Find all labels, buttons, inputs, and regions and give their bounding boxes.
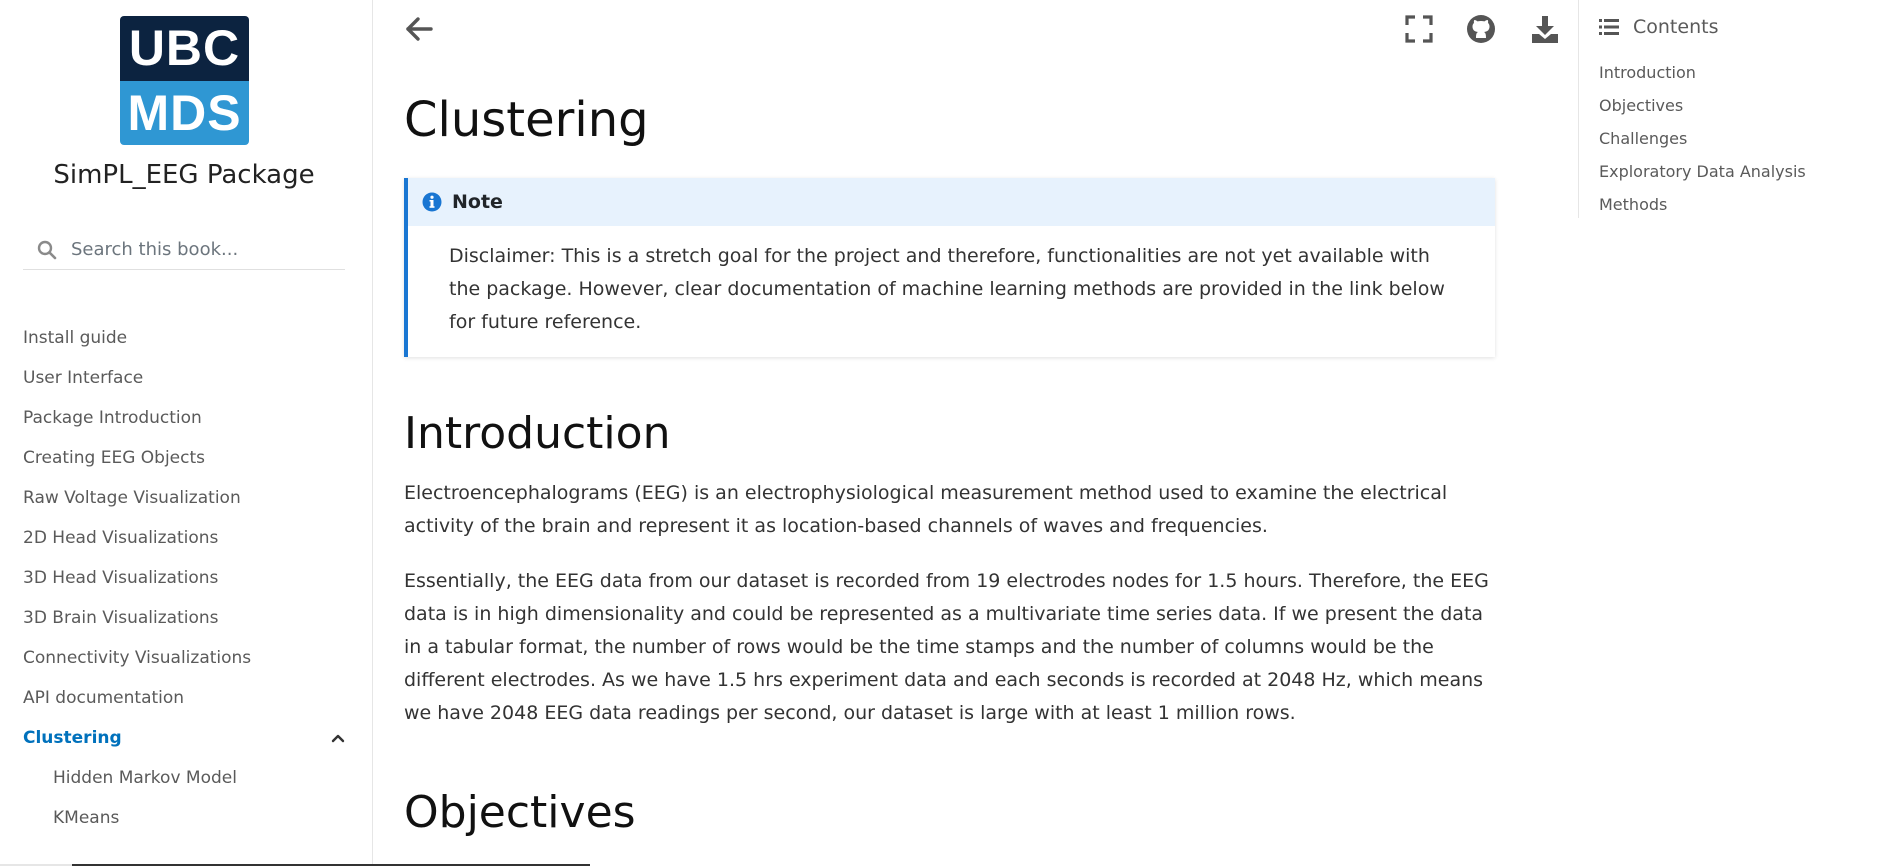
fullscreen-button[interactable] [1404,14,1434,44]
sidebar-item-install-guide[interactable]: Install guide [23,318,363,358]
github-button[interactable] [1466,14,1496,44]
sidebar-item-label: Hidden Markov Model [53,768,237,788]
toc-item-methods[interactable]: Methods [1599,188,1806,221]
introduction-paragraph-1: Electroencephalograms (EEG) is an electr… [404,482,1448,537]
note-admonition: Note Disclaimer: This is a stretch goal … [404,178,1495,357]
note-text: Disclaimer: This is a stretch goal for t… [449,245,1445,333]
search-input[interactable] [71,239,321,260]
sidebar-item-clustering[interactable]: Clustering [23,718,363,758]
sidebar-item-user-interface[interactable]: User Interface [23,358,363,398]
toc-header: Contents [1599,16,1718,38]
search-box[interactable] [23,230,345,270]
list-icon [1599,19,1619,35]
toc-item-label: Introduction [1599,63,1696,82]
toc-item-label: Challenges [1599,129,1688,148]
sidebar-item-raw-voltage-visualization[interactable]: Raw Voltage Visualization [23,478,363,518]
ubc-mds-logo[interactable]: UBC MDS [120,16,249,145]
toc-item-label: Methods [1599,195,1668,214]
section-heading-introduction: Introduction [404,408,671,459]
sidebar-item-label: Connectivity Visualizations [23,648,252,668]
github-icon [1467,15,1495,43]
toc-item-exploratory-data-analysis[interactable]: Exploratory Data Analysis [1599,155,1806,188]
chevron-up-icon[interactable] [331,733,345,743]
search-icon [37,240,57,259]
sidebar-item-label: 3D Head Visualizations [23,568,219,588]
arrow-left-icon [406,17,433,41]
sidebar-item-api-documentation[interactable]: API documentation [23,678,363,718]
toc-list: Introduction Objectives Challenges Explo… [1599,56,1806,221]
sidebar-item-label: 3D Brain Visualizations [23,608,219,628]
sidebar-nav: Install guide User Interface Package Int… [23,318,363,838]
sidebar-item-kmeans[interactable]: KMeans [23,798,363,838]
sidebar-item-3d-head-visualizations[interactable]: 3D Head Visualizations [23,558,363,598]
sidebar-item-hidden-markov-model[interactable]: Hidden Markov Model [23,758,363,798]
sidebar-item-label: User Interface [23,368,144,388]
toc-item-label: Exploratory Data Analysis [1599,162,1806,181]
sidebar-item-label: KMeans [53,808,120,828]
info-icon [422,192,442,212]
sidebar-item-label: API documentation [23,688,185,708]
logo-line-2: MDS [120,80,249,145]
sidebar-item-label: Creating EEG Objects [23,448,206,468]
note-header: Note [408,178,1495,226]
toc-item-introduction[interactable]: Introduction [1599,56,1806,89]
sidebar-item-3d-brain-visualizations[interactable]: 3D Brain Visualizations [23,598,363,638]
back-button[interactable] [404,14,434,44]
toc-item-label: Objectives [1599,96,1684,115]
sidebar-item-label: Raw Voltage Visualization [23,488,241,508]
sidebar-item-package-introduction[interactable]: Package Introduction [23,398,363,438]
introduction-paragraph-2: Essentially, the EEG data from our datas… [404,570,1489,724]
toc-item-objectives[interactable]: Objectives [1599,89,1806,122]
sidebar-item-label: 2D Head Visualizations [23,528,219,548]
sidebar-item-label: Package Introduction [23,408,202,428]
page-title: Clustering [404,92,649,148]
site-title: SimPL_EEG Package [53,160,315,190]
toc-item-challenges[interactable]: Challenges [1599,122,1806,155]
sidebar-item-label: Clustering [23,728,122,748]
sidebar-item-label: Install guide [23,328,128,348]
fullscreen-icon [1405,15,1433,43]
sidebar-item-connectivity-visualizations[interactable]: Connectivity Visualizations [23,638,363,678]
note-title: Note [452,191,503,213]
toc-title: Contents [1633,16,1719,38]
section-heading-objectives: Objectives [404,787,636,838]
table-of-contents: Contents Introduction Objectives Challen… [1578,0,1890,218]
sidebar: UBC MDS SimPL_EEG Package Install guide … [0,0,373,866]
sidebar-item-creating-eeg-objects[interactable]: Creating EEG Objects [23,438,363,478]
download-icon [1532,16,1558,43]
sidebar-item-2d-head-visualizations[interactable]: 2D Head Visualizations [23,518,363,558]
logo-line-1: UBC [120,16,249,81]
download-button[interactable] [1530,14,1560,44]
